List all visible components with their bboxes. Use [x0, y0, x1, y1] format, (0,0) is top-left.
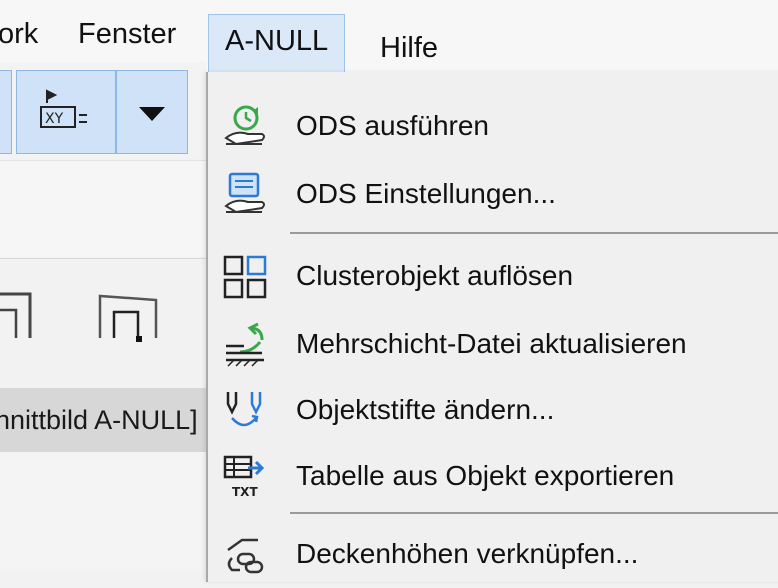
menu-item-label: Clusterobjekt auflösen [296, 260, 574, 291]
ods-settings-icon [224, 172, 265, 214]
pen-change-icon [226, 392, 262, 427]
link-chain-icon [227, 538, 264, 574]
menu-item-link-ceiling[interactable]: Deckenhöhen verknüpfen... [208, 522, 778, 588]
menu-item-label: Mehrschicht-Datei aktualisieren [296, 328, 687, 359]
menu-item-label: Tabelle aus Objekt exportieren [296, 460, 675, 491]
menu-item-label: ODS Einstellungen... [296, 178, 556, 209]
menu-item-label: ODS ausführen [296, 110, 489, 141]
toolbar-panel [0, 160, 206, 257]
table-export-txt-icon: TXT [223, 455, 265, 499]
menu-a-null[interactable]: A-NULL [208, 14, 346, 79]
menu-item-ods-run[interactable]: ODS ausführen [208, 94, 778, 160]
opening-shape-icon[interactable] [96, 290, 162, 346]
svg-text:XY: XY [45, 111, 64, 127]
svg-text:TXT: TXT [232, 485, 258, 499]
menu-separator [290, 512, 778, 514]
menu-item-label: Deckenhöhen verknüpfen... [296, 538, 639, 569]
door-shape-icon[interactable] [0, 288, 36, 344]
menu-item-cluster-resolve[interactable]: Clusterobjekt auflösen [208, 244, 778, 310]
coordinate-tool-button[interactable]: XY [16, 70, 116, 154]
menu-item-pen-change[interactable]: Objektstifte ändern... [208, 378, 778, 444]
cluster-grid-icon [223, 255, 267, 299]
menu-werk[interactable]: ork [0, 12, 52, 56]
view-status-label: [Schnittbild A-NULL] [0, 388, 206, 452]
ods-run-icon [224, 105, 265, 146]
lower-panel [0, 452, 206, 572]
caret-down-icon [139, 107, 165, 121]
menu-hilfe[interactable]: Hilfe [366, 26, 452, 70]
toolbar-button-partial[interactable] [0, 70, 12, 154]
menu-item-table-export[interactable]: TXT Tabelle aus Objekt exportieren [208, 444, 778, 510]
a-null-dropdown-menu: ODS ausführen ODS Einstellungen... Clust… [206, 72, 778, 582]
xy-coordinate-icon: XY [40, 89, 87, 128]
menu-item-layer-refresh[interactable]: Mehrschicht-Datei aktualisieren [208, 312, 778, 378]
menu-fenster[interactable]: Fenster [64, 12, 190, 56]
menu-item-ods-settings[interactable]: ODS Einstellungen... [208, 162, 778, 228]
menu-item-label: Objektstifte ändern... [296, 394, 555, 425]
toolbar-dropdown-button[interactable] [116, 70, 188, 154]
menu-separator [290, 232, 778, 234]
layer-refresh-icon [226, 322, 264, 367]
